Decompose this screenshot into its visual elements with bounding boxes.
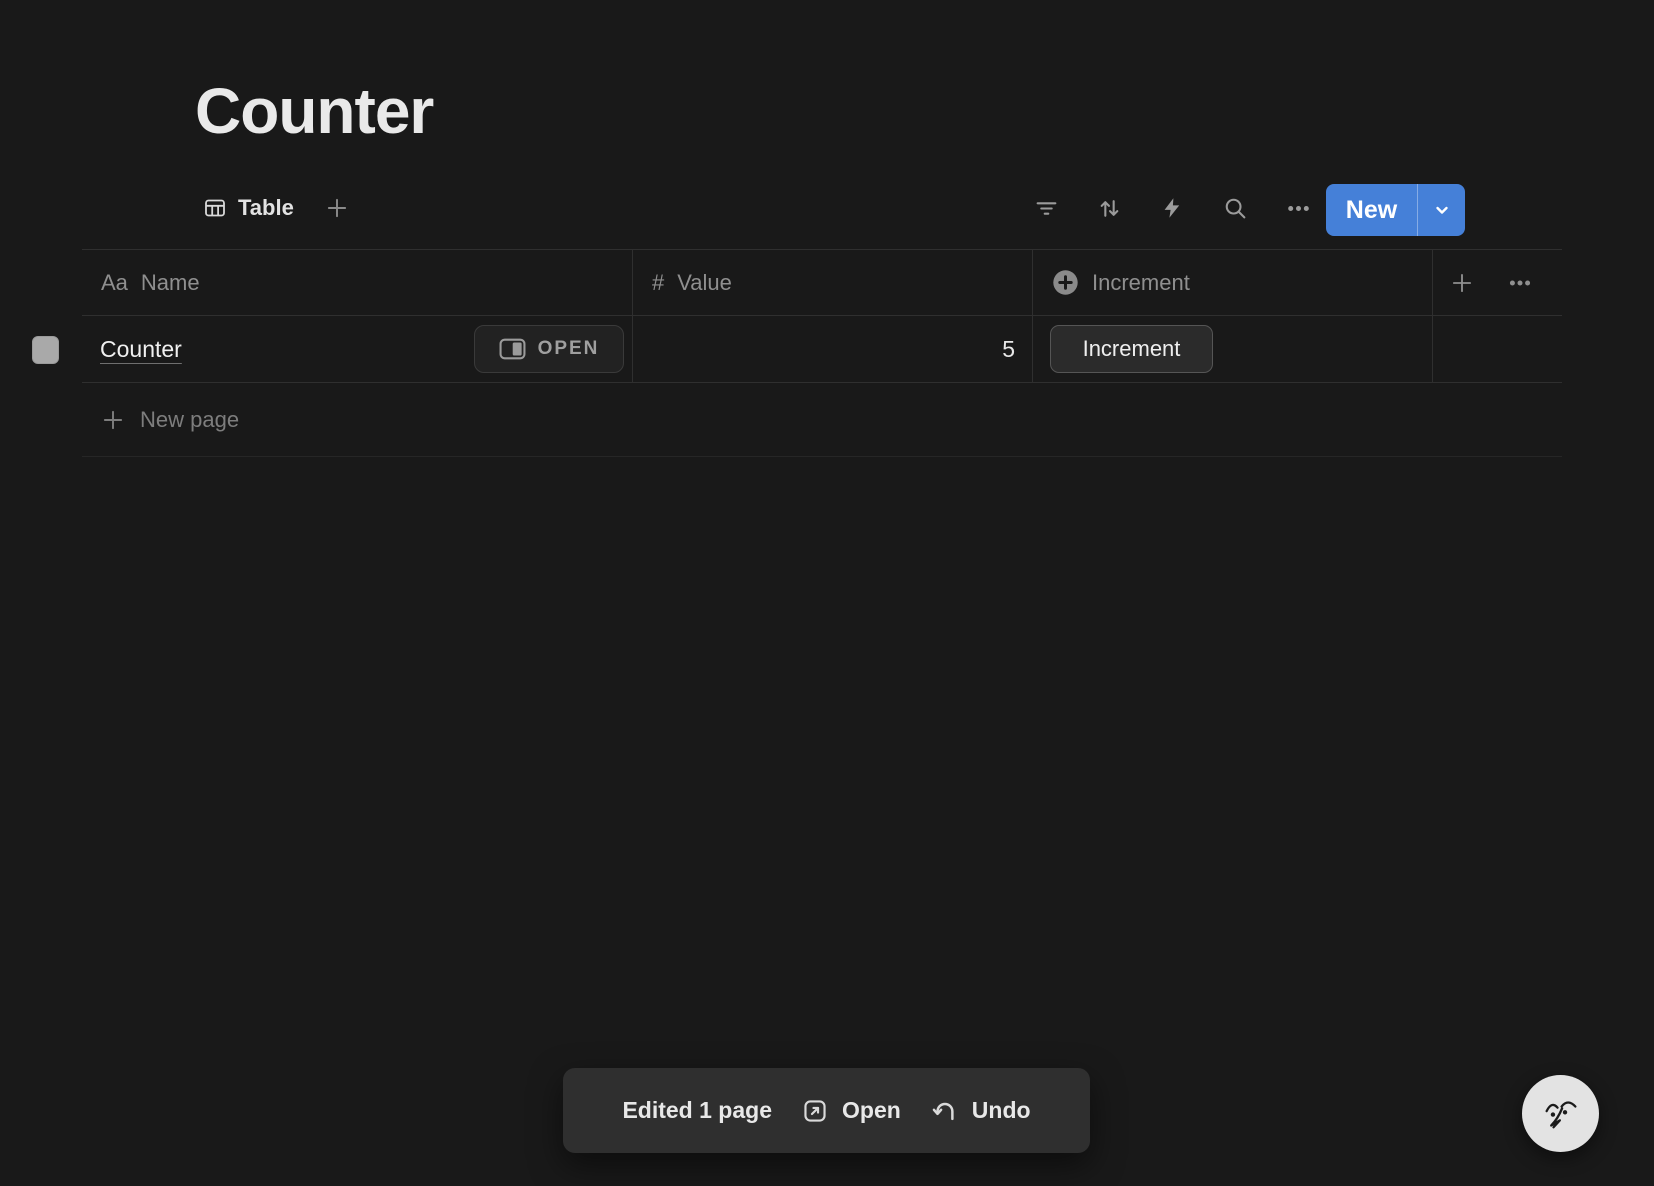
more-icon <box>1286 196 1311 221</box>
cell-extra <box>1433 316 1562 382</box>
text-property-icon: Aa <box>101 272 128 294</box>
new-page-label: New page <box>140 407 239 433</box>
row-select-checkbox[interactable] <box>32 336 59 364</box>
column-header-name[interactable]: Aa Name <box>82 250 633 315</box>
toast-message: Edited 1 page <box>622 1097 772 1124</box>
new-dropdown-button[interactable] <box>1418 184 1465 236</box>
add-column-button[interactable] <box>1449 270 1475 296</box>
plus-icon <box>100 407 126 433</box>
open-page-label: OPEN <box>538 338 600 360</box>
database-table: Aa Name # Value Increment <box>82 249 1562 457</box>
view-tab-label: Table <box>238 195 294 221</box>
column-label: Name <box>141 270 200 296</box>
undo-icon <box>931 1097 958 1124</box>
open-page-button[interactable]: OPEN <box>474 325 624 373</box>
view-options-button[interactable] <box>1285 195 1311 221</box>
search-button[interactable] <box>1222 195 1248 221</box>
notion-page: Counter Table <box>0 0 1654 1186</box>
cell-name[interactable]: Counter OPEN <box>82 316 633 382</box>
toast-open-label: Open <box>842 1097 901 1124</box>
face-glyph-icon <box>1538 1091 1584 1137</box>
column-header-value[interactable]: # Value <box>633 250 1033 315</box>
automations-button[interactable] <box>1159 195 1185 221</box>
toast-undo-button[interactable]: Undo <box>931 1097 1031 1124</box>
table-row: Counter OPEN 5 Increment <box>82 316 1562 383</box>
cell-increment: Increment <box>1033 316 1433 382</box>
table-view-icon <box>203 196 227 220</box>
new-button-label[interactable]: New <box>1326 184 1417 236</box>
column-label: Increment <box>1092 270 1190 296</box>
increment-button[interactable]: Increment <box>1050 325 1213 373</box>
column-header-increment[interactable]: Increment <box>1033 250 1433 315</box>
open-in-new-icon <box>802 1098 828 1124</box>
toast-undo-label: Undo <box>972 1097 1031 1124</box>
sort-button[interactable] <box>1096 195 1122 221</box>
table-options-button[interactable] <box>1507 270 1533 296</box>
filter-button[interactable] <box>1033 195 1059 221</box>
button-property-icon <box>1052 269 1079 296</box>
new-page-row[interactable]: New page <box>82 383 1562 457</box>
assistant-avatar-button[interactable] <box>1522 1075 1599 1152</box>
toast-open-button[interactable]: Open <box>802 1097 901 1124</box>
view-bar: Table <box>203 186 350 230</box>
sort-icon <box>1097 196 1122 221</box>
table-header-row: Aa Name # Value Increment <box>82 249 1562 316</box>
new-button[interactable]: New <box>1326 184 1465 236</box>
cell-value[interactable]: 5 <box>633 316 1033 382</box>
automation-icon <box>1160 196 1184 220</box>
page-title[interactable]: Counter <box>195 74 433 148</box>
column-label: Value <box>677 270 732 296</box>
plus-icon <box>324 195 350 221</box>
tab-table-view[interactable]: Table <box>203 195 294 221</box>
search-icon <box>1223 196 1248 221</box>
edit-toast: Edited 1 page Open Undo <box>563 1068 1090 1153</box>
add-view-button[interactable] <box>324 195 350 221</box>
column-header-extra <box>1433 250 1562 315</box>
filter-icon <box>1034 196 1059 221</box>
view-toolbar <box>1033 186 1311 230</box>
number-property-icon: # <box>652 272 664 294</box>
side-peek-icon <box>499 338 526 360</box>
chevron-down-icon <box>1430 198 1454 222</box>
page-link[interactable]: Counter <box>82 336 182 363</box>
